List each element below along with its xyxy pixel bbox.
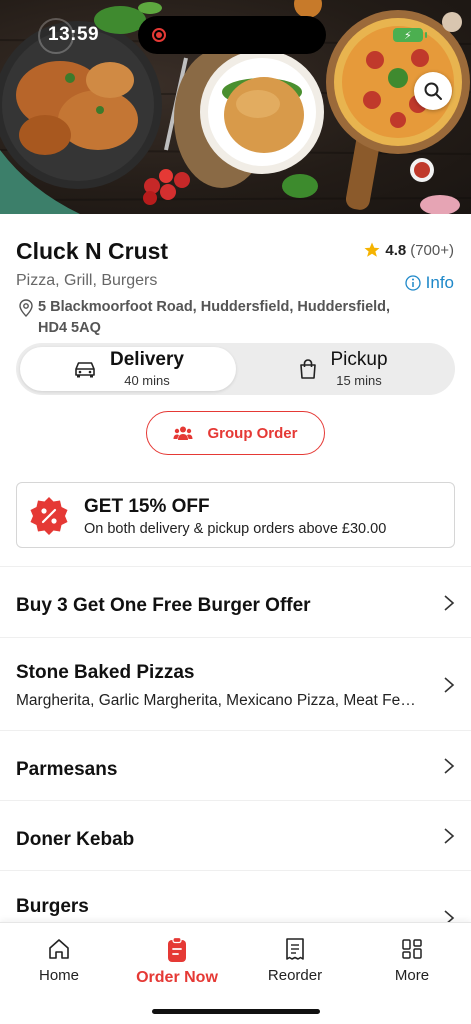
chevron-right-icon [444, 677, 455, 693]
group-order-button[interactable]: Group Order [146, 411, 325, 455]
restaurant-name: Cluck N Crust [16, 238, 169, 264]
category-title: Buy 3 Get One Free Burger Offer [16, 595, 311, 616]
nav-order-now-label: Order Now [136, 969, 218, 986]
category-row[interactable]: Stone Baked Pizzas Margherita, Garlic Ma… [0, 637, 471, 730]
rating-count: (700+) [410, 241, 454, 259]
nav-order-now[interactable]: Order Now [118, 937, 236, 987]
delivery-time: 40 mins [124, 372, 170, 388]
order-icon [168, 937, 186, 962]
group-order-label: Group Order [207, 424, 298, 442]
search-button[interactable] [414, 72, 452, 110]
location-pin-icon [19, 299, 33, 317]
car-icon [75, 362, 95, 378]
charging-bolt-icon: ⚡ [404, 30, 412, 42]
pickup-time: 15 mins [336, 372, 382, 388]
status-time: 13:59 [48, 24, 100, 45]
category-row[interactable]: Doner Kebab [0, 800, 471, 870]
hero-image: 13:59 ⚡ [0, 0, 471, 214]
menu-category-list: Buy 3 Get One Free Burger Offer Stone Ba… [0, 566, 471, 950]
battery-icon: ⚡ [393, 28, 427, 42]
category-title: Burgers [16, 896, 89, 917]
promo-description: On both delivery & pickup orders above £… [84, 521, 387, 537]
chevron-right-icon [444, 595, 455, 611]
dynamic-island [138, 16, 326, 54]
promo-title: GET 15% OFF [84, 496, 210, 517]
grid-icon [402, 939, 422, 959]
receipt-icon [286, 938, 304, 960]
rating: 4.8 (700+) [363, 241, 454, 259]
pickup-label: Pickup [330, 348, 388, 370]
promo-banner[interactable]: GET 15% OFF On both delivery & pickup or… [16, 482, 455, 548]
nav-reorder-label: Reorder [267, 967, 323, 984]
info-link[interactable]: Info [404, 273, 454, 293]
order-mode-toggle: Delivery 40 mins Pickup 15 mins [16, 343, 455, 395]
nav-reorder[interactable]: Reorder [236, 937, 354, 984]
category-row[interactable]: Buy 3 Get One Free Burger Offer [0, 566, 471, 637]
info-icon [404, 275, 421, 291]
recording-icon [152, 28, 166, 42]
chevron-right-icon [444, 828, 455, 844]
pickup-option[interactable]: Pickup 15 mins [235, 347, 451, 391]
chevron-right-icon [444, 758, 455, 774]
category-row[interactable]: Parmesans [0, 730, 471, 800]
star-icon [364, 242, 380, 257]
nav-home-label: Home [38, 967, 79, 984]
nav-more[interactable]: More [353, 937, 471, 984]
group-icon [173, 426, 193, 440]
rating-value: 4.8 [385, 241, 407, 259]
category-description: Margherita, Garlic Margherita, Mexicano … [16, 692, 416, 709]
delivery-option[interactable]: Delivery 40 mins [20, 347, 236, 391]
category-title: Stone Baked Pizzas [16, 662, 195, 683]
info-label: Info [425, 273, 454, 292]
home-indicator [152, 1009, 320, 1014]
category-title: Parmesans [16, 759, 118, 780]
category-title: Doner Kebab [16, 829, 135, 850]
cuisine-list: Pizza, Grill, Burgers [16, 272, 158, 289]
nav-home[interactable]: Home [0, 937, 118, 984]
search-icon [424, 82, 442, 100]
nav-more-label: More [394, 967, 430, 984]
discount-badge-icon [30, 497, 68, 535]
home-icon [49, 939, 69, 959]
delivery-label: Delivery [110, 348, 184, 370]
shopping-bag-icon [300, 359, 317, 379]
address: 5 Blackmoorfoot Road, Huddersfield, Hudd… [18, 297, 398, 339]
address-text: 5 Blackmoorfoot Road, Huddersfield, Hudd… [38, 299, 391, 336]
